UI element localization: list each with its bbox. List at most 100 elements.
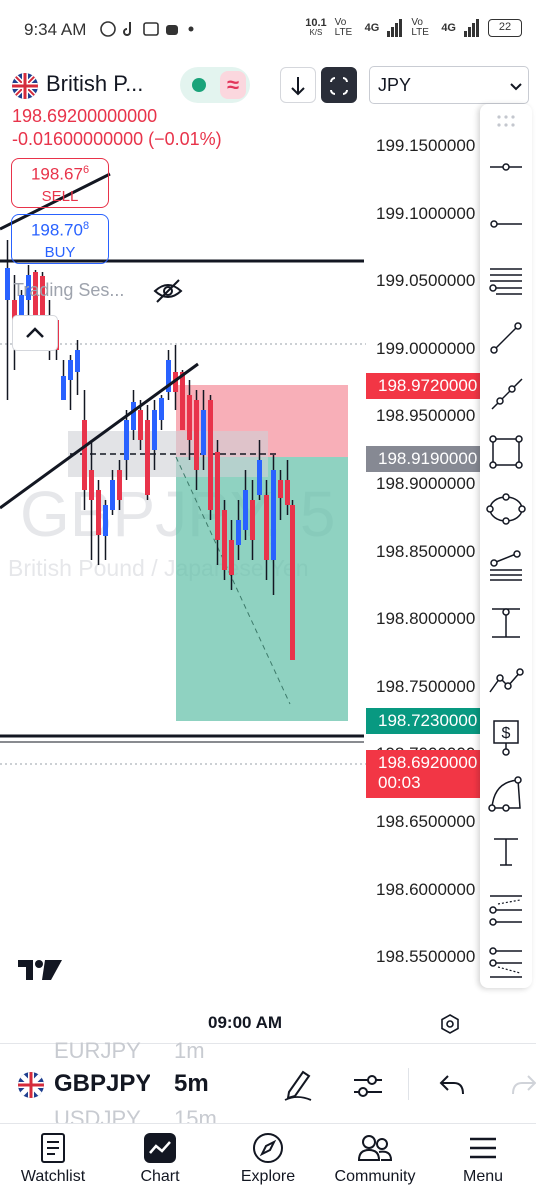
candle-body [201,410,206,455]
candle-body [96,490,101,535]
ellipse-tool-icon[interactable] [486,489,526,529]
nav-menu-label: Menu [462,1168,504,1185]
price-axis-label: 198.9000000 [376,474,476,493]
buy-button[interactable]: 198.708 BUY [11,214,109,264]
trading-session-label[interactable]: Trading Ses... [13,280,124,301]
divider [408,1068,409,1100]
price-axis-label: 198.8500000 [376,541,476,561]
stop-loss-price-tag: 198.9720000 [366,373,480,399]
price-axis-label: 198.9500000 [376,406,476,426]
tradingview-logo-icon [18,960,62,980]
sell-price-sup: 6 [82,164,90,176]
price-axis-label: 199.0000000 [376,338,476,358]
indicators-sliders-icon[interactable] [352,1072,384,1100]
nav-menu[interactable]: Menu [433,1132,533,1186]
horizontal-line-tool-icon[interactable] [486,204,526,244]
price-axis-label: 199.1000000 [376,203,476,223]
buy-price-sup: 8 [82,220,90,232]
nav-chart[interactable]: Chart [110,1132,210,1186]
nav-watchlist[interactable]: Watchlist [3,1132,103,1186]
signal-bars-icon-2 [464,19,479,37]
entry-price-tag: 198.9190000 [366,446,480,472]
signal-1: 4G [364,22,380,34]
candle-body [5,268,10,300]
candle-body [61,376,66,400]
redo-icon[interactable] [510,1074,536,1096]
fib-retracement-tool-icon[interactable] [486,546,526,586]
candle-body [131,402,136,430]
fullscreen-button[interactable] [321,67,357,103]
notification-icons [100,20,196,42]
eye-off-icon[interactable] [153,278,183,304]
chart-settings-icon[interactable] [439,1013,461,1035]
arc-tool-icon[interactable] [486,774,526,814]
status-right: 10.1 K/S Vo LTE 4G Vo LTE 4G 22 [305,18,522,38]
symbol-prev[interactable]: EURJPY [54,1038,146,1064]
net-speed: 10.1 K/S [305,17,327,38]
drawing-pen-icon[interactable] [283,1068,313,1102]
signal-bars-icon [387,19,403,37]
buy-label: BUY [44,243,76,261]
nav-explore-label: Explore [240,1168,296,1185]
rectangle-tool-icon[interactable] [486,432,526,472]
symbol-timeframe-bar: EURJPY GBPJPY USDJPY 1m 5m 15m [0,1038,536,1124]
undo-icon[interactable] [438,1074,466,1096]
symbol-next[interactable]: USDJPY [54,1106,146,1124]
sell-price: 198.67 [30,164,83,184]
buy-price: 198.70 [30,220,83,240]
timeframe-selector[interactable]: 5m [174,1070,209,1098]
short-position-tool-icon[interactable] [486,945,526,985]
candle-body [271,470,276,560]
take-profit-zone[interactable] [176,457,348,721]
menu-icon [470,1137,496,1159]
currency-value: JPY [378,75,412,95]
candle-body [117,470,122,500]
candle-body [194,400,199,470]
nav-community[interactable]: Community [325,1132,425,1186]
market-open-dot-icon [192,78,206,92]
current-price-countdown: 00:03 [378,773,421,792]
long-position-tool-icon[interactable] [486,888,526,928]
volte-2: Vo LTE [411,17,429,38]
collapse-legend-button[interactable] [12,315,58,351]
candle-body [290,505,295,660]
candle-body [124,420,129,460]
chevron-up-icon [26,327,44,338]
compass-icon [253,1133,283,1163]
current-price-value: 198.6920000 [378,753,478,772]
battery-icon: 22 [488,19,522,37]
price-axis-label: 199.0500000 [376,271,476,291]
timeframe-prev[interactable]: 1m [174,1038,205,1064]
trend-line-tool-icon[interactable] [486,318,526,358]
symbol-selector[interactable]: GBPJPY [54,1070,150,1098]
price-axis-label: 198.7500000 [376,676,476,696]
candle-body [222,510,227,570]
candle-body [180,372,185,430]
candle-body [257,460,262,495]
sell-button[interactable]: 198.676 SELL [11,158,109,208]
market-status-pill[interactable]: ≈ [180,67,250,103]
arrow-down-icon [291,77,305,96]
timeframe-next[interactable]: 15m [174,1106,217,1124]
parallel-channel-tool-icon[interactable] [486,261,526,301]
price-axis-label: 198.5500000 [376,947,476,967]
candle-body [264,495,269,560]
currency-select[interactable]: JPY [369,66,529,104]
drag-handle-icon[interactable] [496,112,516,132]
scroll-down-button[interactable] [280,67,316,103]
price-label-tool-icon[interactable]: $ [486,717,526,757]
symbol-title[interactable]: British P... [46,71,143,97]
path-tool-icon[interactable] [486,660,526,700]
drawing-toolbar: $ [480,104,532,988]
horizontal-ray-tool-icon[interactable] [486,147,526,187]
nav-explore[interactable]: Explore [218,1132,318,1186]
price-axis-label: 198.6500000 [376,812,476,831]
text-tool-icon[interactable] [486,831,526,871]
app-notification-icons [100,21,194,37]
price-range-tool-icon[interactable] [486,603,526,643]
chart-icon [144,1133,176,1163]
candle-body [82,420,87,490]
ray-tool-icon[interactable] [486,375,526,415]
nav-community-label: Community [334,1168,416,1185]
candle-body [285,480,290,505]
